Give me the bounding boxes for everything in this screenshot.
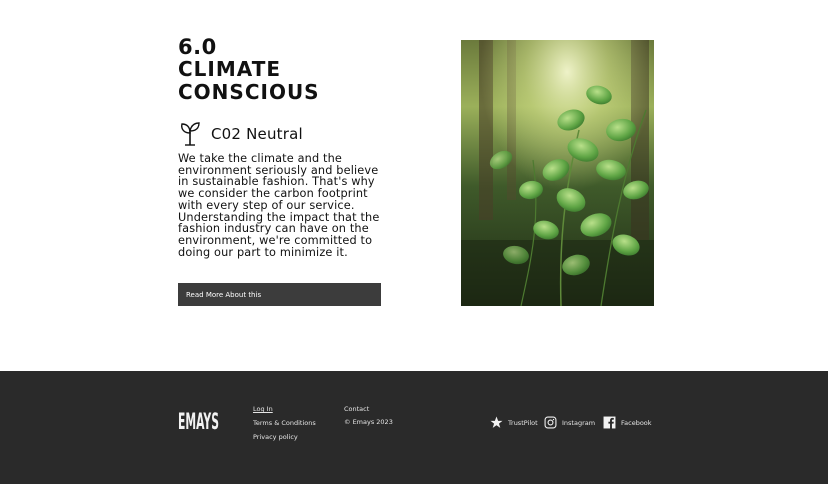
emays-logo[interactable]: EMAYS	[178, 404, 220, 435]
contact-link[interactable]: Contact	[344, 405, 369, 413]
feature-title: C02 Neutral	[211, 125, 303, 143]
star-icon	[490, 416, 503, 429]
read-more-button[interactable]: Read More About this	[178, 283, 381, 306]
instagram-icon	[544, 416, 557, 429]
body-paragraph: We take the climate and the environment …	[178, 152, 380, 259]
terms-link[interactable]: Terms & Conditions	[253, 419, 316, 427]
instagram-link[interactable]: Instagram	[544, 416, 595, 429]
trustpilot-label: TrustPilot	[508, 418, 538, 427]
site-footer: EMAYS Log In Terms & Conditions Privacy …	[0, 371, 828, 484]
headline-line-2: CONSCIOUS	[178, 80, 320, 104]
feature-row: C02 Neutral	[178, 121, 303, 147]
forest-plant-photo	[461, 40, 654, 306]
privacy-link[interactable]: Privacy policy	[253, 433, 298, 441]
trustpilot-link[interactable]: TrustPilot	[490, 416, 538, 429]
headline-line-1: CLIMATE	[178, 57, 281, 81]
climate-section: 6.0 CLIMATE CONSCIOUS C02 Neutral We tak…	[0, 0, 828, 371]
facebook-icon	[603, 416, 616, 429]
sprout-icon	[178, 121, 202, 147]
svg-text:EMAYS: EMAYS	[178, 410, 219, 431]
facebook-link[interactable]: Facebook	[603, 416, 652, 429]
copyright-text: © Emays 2023	[344, 418, 393, 426]
instagram-label: Instagram	[562, 418, 596, 427]
section-headline: CLIMATE CONSCIOUS	[178, 58, 418, 104]
login-link[interactable]: Log In	[253, 405, 273, 413]
facebook-label: Facebook	[621, 418, 652, 427]
section-number: 6.0	[178, 35, 217, 59]
